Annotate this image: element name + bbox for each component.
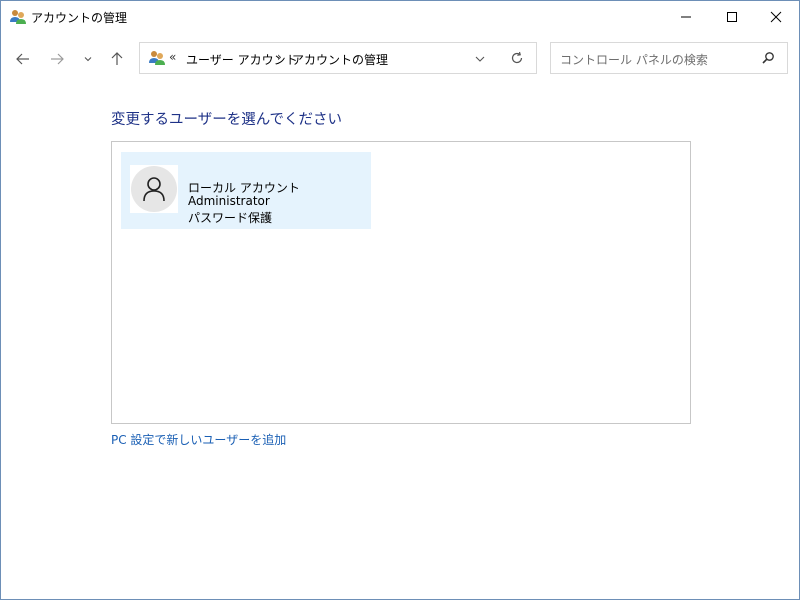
breadcrumb-manage-accounts[interactable]: アカウントの管理 [292, 51, 388, 68]
add-user-link[interactable]: PC 設定で新しいユーザーを追加 [111, 431, 286, 448]
back-button[interactable] [9, 45, 37, 73]
search-icon[interactable] [761, 51, 775, 68]
page-heading: 変更するユーザーを選んでください [111, 112, 342, 128]
user-accounts-icon [148, 49, 166, 67]
arrow-up-icon [111, 52, 123, 65]
arrow-left-icon [16, 53, 29, 65]
avatar [130, 165, 178, 213]
user-accounts-icon [9, 8, 27, 26]
maximize-button[interactable] [709, 1, 755, 32]
search-placeholder: コントロール パネルの検索 [560, 53, 708, 67]
maximize-icon [727, 11, 737, 22]
forward-button[interactable] [43, 45, 71, 73]
account-list: ローカル アカウント Administrator パスワード保護 [111, 141, 691, 424]
window-title: アカウントの管理 [31, 11, 128, 25]
title-bar: アカウントの管理 [1, 1, 799, 32]
search-input[interactable]: コントロール パネルの検索 [550, 42, 788, 74]
arrow-right-icon [51, 53, 64, 65]
address-dropdown-button[interactable] [474, 53, 486, 68]
chevron-down-icon [475, 56, 485, 62]
account-type: Administrator [188, 194, 270, 208]
minimize-button[interactable] [663, 1, 709, 32]
account-password-status: パスワード保護 [188, 211, 273, 225]
minimize-icon [681, 16, 691, 17]
breadcrumb-overflow-button[interactable]: « [169, 50, 176, 64]
address-bar[interactable]: « ユーザー アカウント › アカウントの管理 [139, 42, 537, 74]
user-icon [143, 177, 165, 202]
close-button[interactable] [753, 1, 799, 32]
chevron-down-icon [84, 57, 92, 62]
account-tile[interactable]: ローカル アカウント Administrator パスワード保護 [121, 152, 371, 229]
close-icon [770, 11, 782, 22]
breadcrumb-separator[interactable]: › [277, 50, 282, 64]
navigation-bar: « ユーザー アカウント › アカウントの管理 コントロール パネルの検索 [1, 32, 799, 86]
refresh-button[interactable] [510, 51, 524, 68]
up-button[interactable] [103, 45, 131, 73]
recent-locations-button[interactable] [79, 45, 97, 73]
refresh-icon [511, 51, 523, 64]
window: アカウントの管理 « ユーザー アカウント › アカウントの管理 コントロール … [0, 0, 800, 600]
